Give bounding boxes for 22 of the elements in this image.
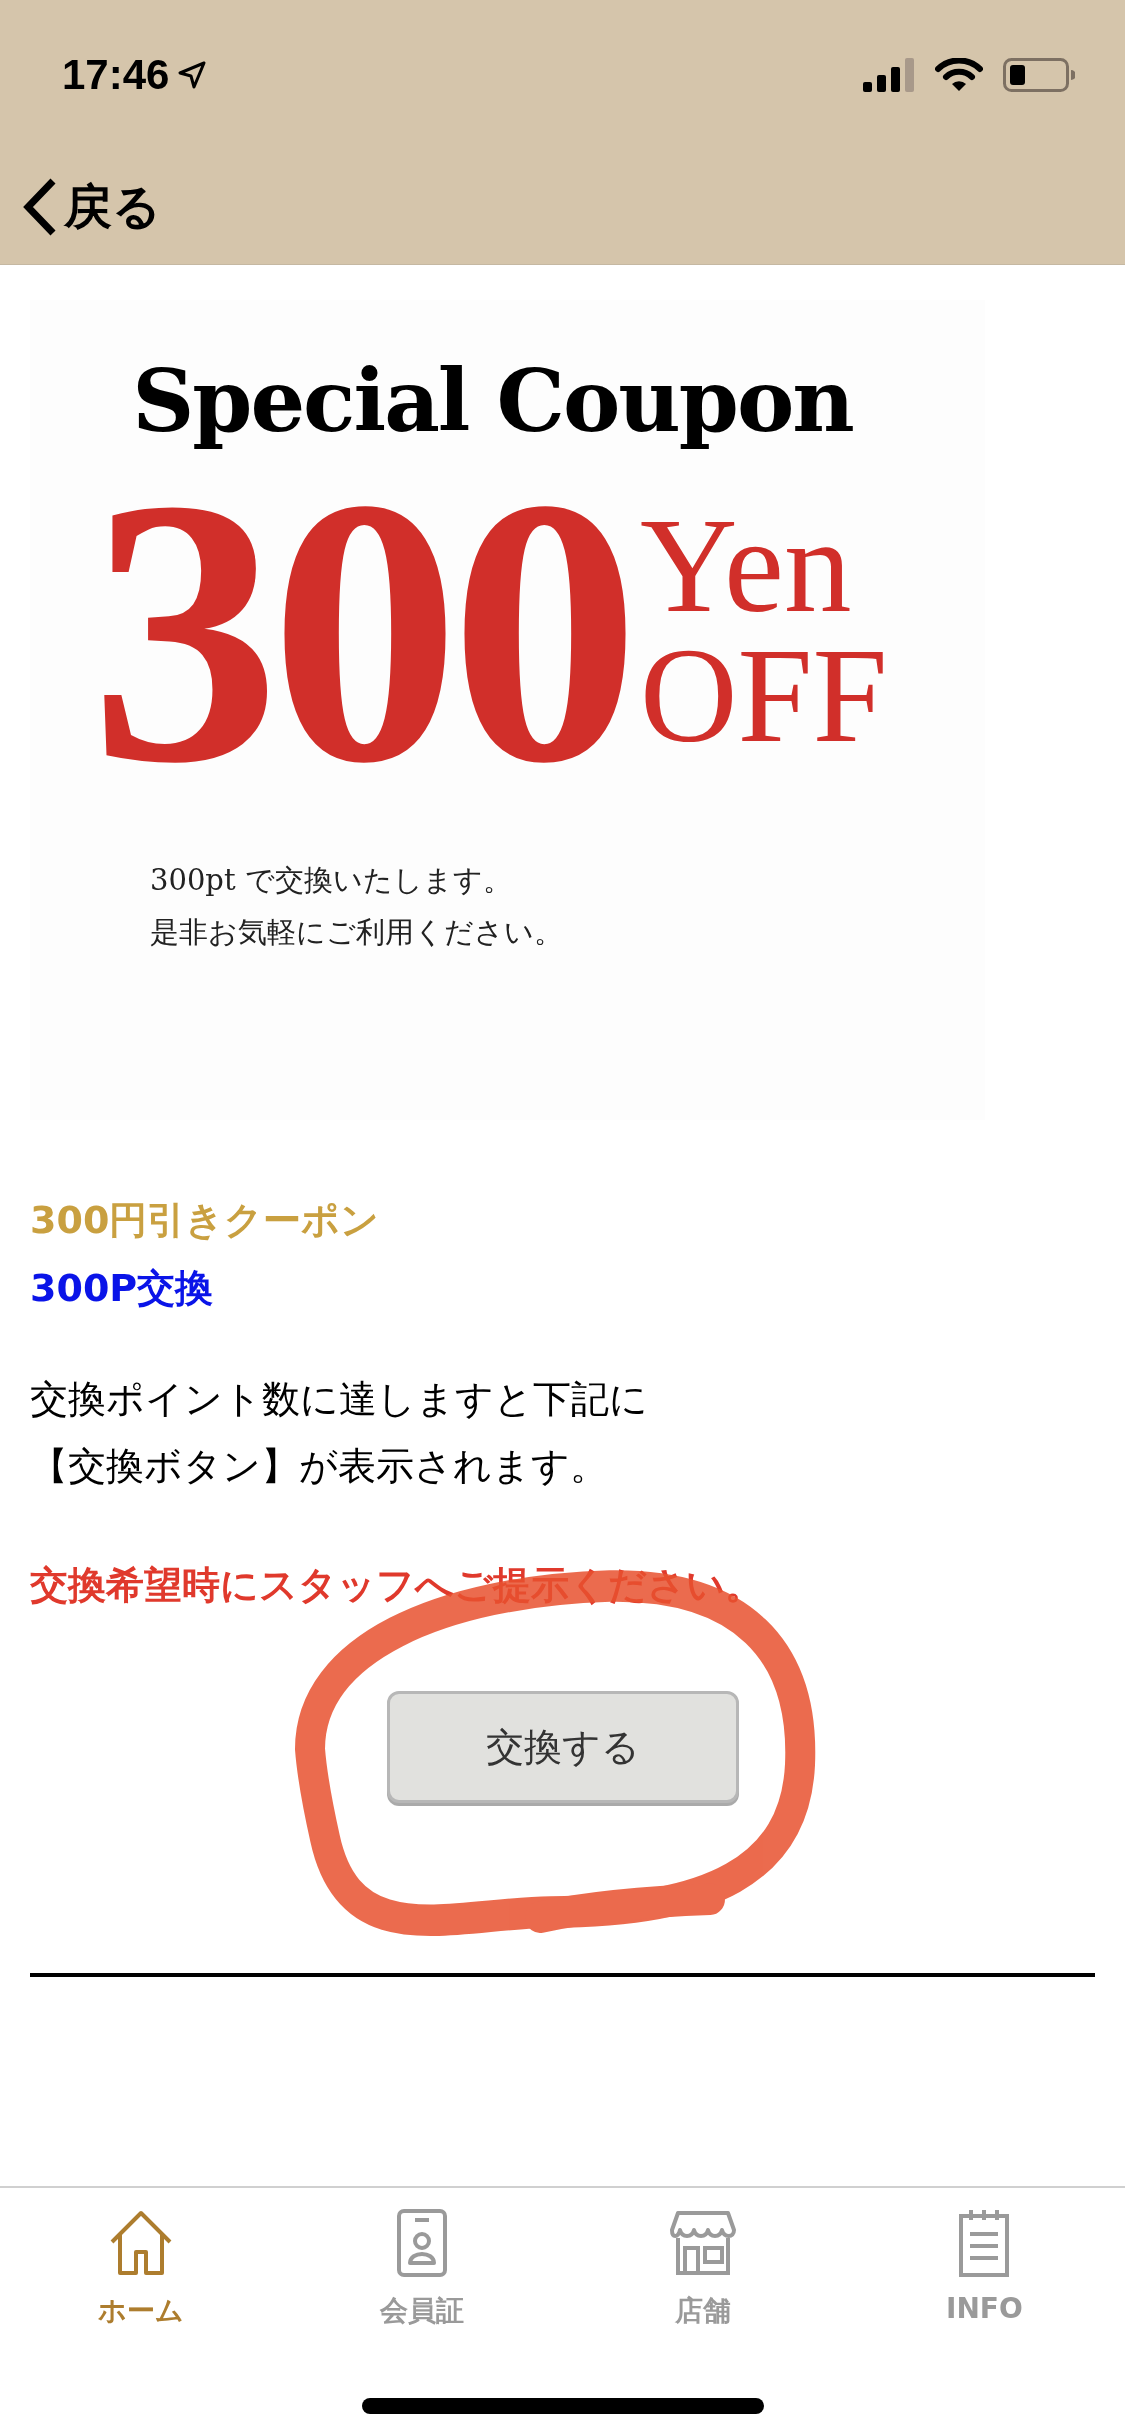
- points-cost: 300P交換: [30, 1265, 215, 1312]
- currency-label: Yen: [640, 501, 853, 631]
- description-line: 【交換ボタン】が表示されます。: [30, 1443, 608, 1490]
- exchange-button[interactable]: 交換する: [386, 1691, 739, 1803]
- off-label: OFF: [640, 631, 888, 761]
- storefront-icon: [668, 2208, 739, 2278]
- coupon-title: Special Coupon: [131, 350, 854, 451]
- tab-item[interactable]: 店舗: [562, 2188, 844, 2330]
- description-line: 交換ポイント数に達しますと下記に: [30, 1376, 648, 1423]
- back-button[interactable]: 戻る: [20, 175, 161, 239]
- tab-item[interactable]: INFO: [843, 2188, 1125, 2330]
- tab-item[interactable]: ホーム: [0, 2188, 282, 2330]
- coupon-name: 300円引きクーポン: [30, 1197, 381, 1244]
- signal-icon: [863, 58, 915, 92]
- discount-amount: 300: [90, 481, 630, 781]
- coupon-note: 是非お気軽にご利用ください。: [150, 914, 564, 951]
- location-arrow-icon: [177, 60, 208, 90]
- status-time: 17:46: [62, 51, 170, 99]
- battery-icon: [1003, 58, 1075, 92]
- wifi-icon: [935, 58, 983, 92]
- tab-item[interactable]: 会員証: [281, 2188, 563, 2330]
- coupon-note: 300pt で交換いたします。: [150, 862, 513, 899]
